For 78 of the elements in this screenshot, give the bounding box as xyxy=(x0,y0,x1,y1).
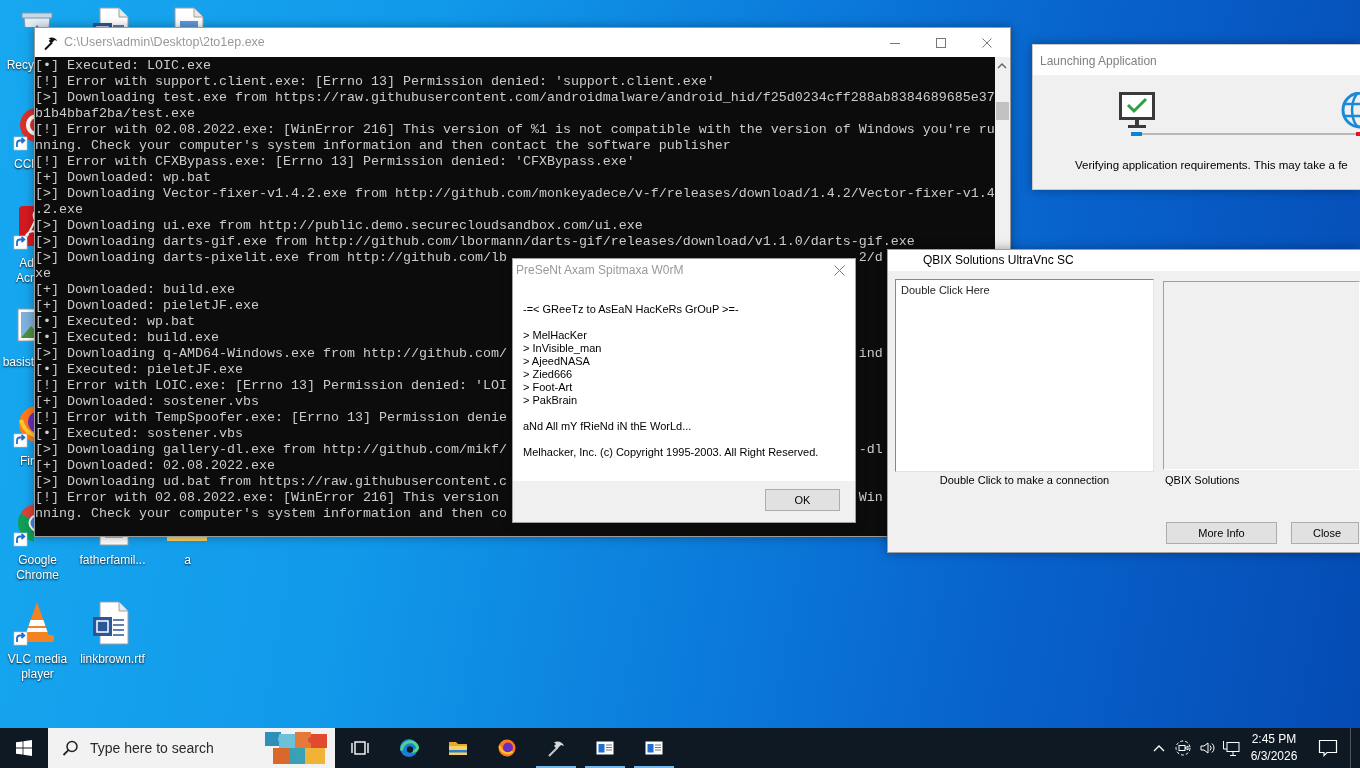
close-button[interactable]: Close xyxy=(1291,522,1359,544)
console-line: .2.exe xyxy=(35,202,83,217)
message-text: Melhacker, Inc. (c) Copyright 1995-2003. All Right Reserved. xyxy=(523,446,819,459)
status-text: Verifying application requirements. This may take a fe xyxy=(1075,158,1348,172)
window-title: PreSeNt Axam Spitmaxa W0rM xyxy=(516,262,684,279)
desktop-icon-label[interactable]: Fir xyxy=(20,454,34,469)
console-line-fragment: -dl xyxy=(858,442,883,457)
console-line: [!] Error with TempSpoofer.exe: [Errno 13] Permission denie xyxy=(35,410,507,425)
console-line: [•] Executed: pieletJF.exe xyxy=(35,362,243,377)
console-line: [!] Error with 02.08.2022.exe: [WinError 216] This version xyxy=(35,490,499,505)
console-line: b1b4bbaf2ba/test.exe xyxy=(35,106,195,121)
console-line: nning. Check your computer's system information and then contact the software publisher xyxy=(35,138,731,153)
console-line: [!] Error with 02.08.2022.exe: [WinError 216] This version of %1 is not compatible with the version of Windows you're ru xyxy=(35,122,995,137)
console-line: [!] Error with support.client.exe: [Errno 13] Permission denied: 'support.client.exe' xyxy=(35,74,715,89)
video-camera-icon[interactable] xyxy=(1175,740,1191,756)
console-line: [!] Error with CFXBypass.exe: [Errno 13] Permission denied: 'CFXBypass.exe' xyxy=(35,154,635,169)
task-view-icon xyxy=(349,738,370,758)
console-line: [•] Executed: build.exe xyxy=(35,330,219,345)
console-line: nning. Check your computer's system information and then co xyxy=(35,506,507,521)
desktop-icon-label[interactable]: a xyxy=(184,553,191,568)
console-line: [>] Downloading gallery-dl.exe from http://github.com/mikf/ xyxy=(35,442,507,457)
console-line: [•] Executed: LOIC.exe xyxy=(35,58,211,73)
browser-icon xyxy=(398,738,419,758)
desktop-icon-label[interactable]: linkbrown.rtf xyxy=(80,652,145,667)
console-line: [>] Downloading darts-gif.exe from http://github.com/lbormann/darts-gif/releases/download/v1.1.0/darts-gif.exe xyxy=(35,234,915,249)
desktop-icon-label[interactable]: Ad Acr xyxy=(16,256,34,286)
desktop-icon-label[interactable]: basist xyxy=(2,355,34,370)
console-line: [•] Executed: wp.bat xyxy=(35,314,195,329)
windows-logo-icon xyxy=(16,740,32,756)
console-line-fragment: 2/d xyxy=(858,250,883,265)
console-line: [>] Downloading q-AMD64-Windows.exe from http://github.com/ xyxy=(35,346,507,361)
listbox[interactable]: Double Click Here xyxy=(895,279,1154,472)
speaker-icon[interactable] xyxy=(1199,740,1215,756)
console-line: [>] Downloading ud.bat from https://raw.githubusercontent.c xyxy=(35,474,507,489)
desktop-icon-label[interactable]: Recy xyxy=(6,58,34,73)
browser-icon xyxy=(496,738,517,758)
console-line: [>] Downloading darts-pixelit.exe from http://github.com/lb xyxy=(35,250,507,265)
list-caption: Double Click to make a connection xyxy=(939,473,1110,487)
maximize-icon[interactable] xyxy=(936,37,946,48)
console-line: [•] Executed: sostener.vbs xyxy=(35,426,243,441)
puzzle-pieces-icon xyxy=(265,730,329,766)
clock-button[interactable]: 2:45 PM 6/3/2026 xyxy=(1243,731,1305,765)
console-line-fragment: Win xyxy=(858,490,883,505)
search-box[interactable]: Type here to search xyxy=(48,728,335,768)
desktop-icon-label[interactable]: fatherfamil... xyxy=(79,553,146,568)
desktop-icon-label[interactable]: CCl xyxy=(14,157,34,172)
list-item[interactable]: Double Click Here xyxy=(901,283,990,297)
window-title: C:\Users\admin\Desktop\2to1ep.exe xyxy=(64,34,265,52)
message-text: aNd All mY fRieNd iN thE WorLd... xyxy=(523,420,692,433)
search-field[interactable]: Type here to search xyxy=(90,737,240,759)
console-line: [+] Downloaded: 02.08.2022.exe xyxy=(35,458,275,473)
close-icon[interactable] xyxy=(834,264,845,276)
window-title: QBIX Solutions UltraVnc SC xyxy=(923,253,1074,267)
window-title: Launching Application xyxy=(1040,54,1157,68)
console-line-fragment: ind xyxy=(858,346,883,361)
ok-button[interactable]: OK xyxy=(765,489,840,511)
desktop-icon-label[interactable]: VLC media player xyxy=(0,652,75,682)
notification-icon[interactable] xyxy=(1317,739,1338,757)
network-monitor-icon[interactable] xyxy=(1222,740,1240,756)
close-icon[interactable] xyxy=(982,37,992,48)
more-info-button[interactable]: More Info xyxy=(1166,522,1277,544)
search-icon xyxy=(62,740,78,756)
desktop-icon-label[interactable]: Google Chrome xyxy=(0,553,75,583)
console-line: [>] Downloading test.exe from https://raw.githubusercontent.com/androidmalware/android_hid/f25d0234cff288ab8384689685e37 xyxy=(35,90,995,105)
scrollbar-thumb[interactable] xyxy=(995,102,1009,120)
console-line: [+] Downloaded: build.exe xyxy=(35,282,235,297)
console-line: [>] Downloading ui.exe from http://public.demo.securecloudsandbox.com/ui.exe xyxy=(35,218,643,233)
console-line: [>] Downloading Vector-fixer-v1.4.2.exe from http://github.com/monkeyadece/v-f/releases/download/1.4.2/Vector-fixer-v1.4 xyxy=(35,186,995,201)
message-text: -=< GReeTz to AsEaN HacKeRs GrOuP >=- xyxy=(523,303,739,316)
chevron-up-icon[interactable] xyxy=(1153,743,1165,753)
console-line: [+] Downloaded: wp.bat xyxy=(35,170,211,185)
console-line: [+] Downloaded: sostener.vbs xyxy=(35,394,259,409)
console-line: xe xyxy=(35,266,51,281)
message-text: > MelHacKer > InVisible_man > AjeedNASA > Zied666 > Foot-Art > PakBrain xyxy=(523,329,602,407)
console-line: [+] Downloaded: pieletJF.exe xyxy=(35,298,259,313)
hammer-icon xyxy=(42,34,58,51)
console-line: [!] Error with LOIC.exe: [Errno 13] Permission denied: 'LOI xyxy=(35,378,507,393)
panel-caption: QBIX Solutions xyxy=(1165,473,1240,487)
